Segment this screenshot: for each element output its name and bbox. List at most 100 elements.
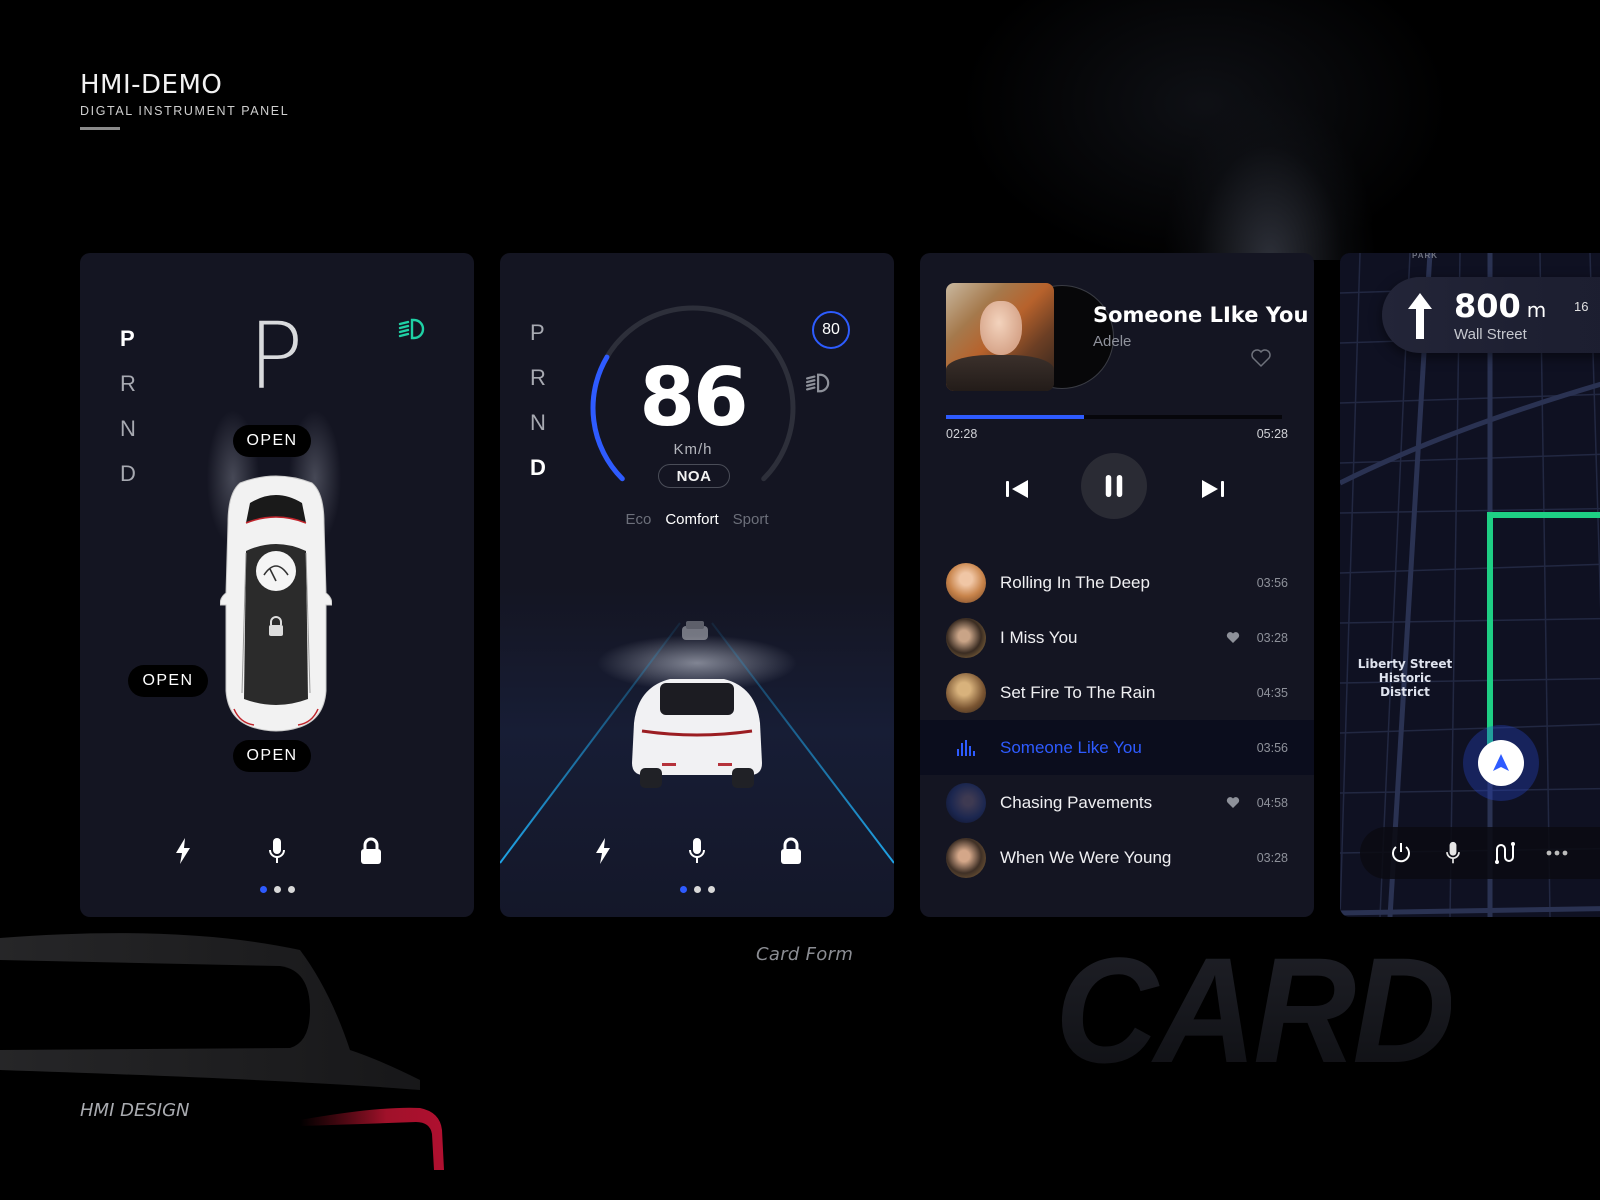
pause-button[interactable] — [1081, 453, 1147, 519]
page-dot[interactable] — [287, 886, 295, 893]
now-playing-artist: Adele — [1093, 333, 1132, 350]
street-name: Wall Street — [1454, 326, 1527, 343]
track-avatar — [946, 837, 986, 878]
hmi-design-label: HMI DESIGN — [80, 1100, 190, 1121]
speed-unit: Km/h — [673, 441, 713, 458]
playlist-item[interactable]: Rolling In The Deep 03:56 — [920, 555, 1314, 610]
playlist-item[interactable]: Set Fire To The Rain 04:35 — [920, 665, 1314, 720]
headlight-icon[interactable] — [805, 372, 833, 394]
poi-line: Liberty Street — [1357, 657, 1453, 671]
track-duration: 04:58 — [1256, 795, 1288, 810]
gear-selector: P R N D — [120, 327, 140, 485]
elapsed-time: 02:28 — [946, 427, 978, 441]
lock-icon[interactable] — [778, 837, 804, 865]
page-indicator — [80, 886, 474, 893]
brand-subtitle: DIGTAL INSTRUMENT PANEL — [80, 104, 290, 118]
power-icon[interactable] — [1390, 841, 1412, 865]
track-title: Rolling In The Deep — [1000, 572, 1150, 592]
gear-r[interactable]: R — [120, 372, 140, 395]
drive-card: P R N D 86 Km/h NOA Eco Comfort Sport 80 — [500, 253, 894, 917]
gear-selector: P R N D — [530, 321, 550, 479]
playback-progress-bar[interactable] — [946, 415, 1282, 419]
front-open-button[interactable]: OPEN — [233, 425, 311, 457]
gear-d[interactable]: D — [120, 462, 140, 485]
page-dot[interactable] — [693, 886, 701, 893]
more-icon[interactable] — [1546, 841, 1568, 865]
vehicle-card: P R N D P OPEN OPEN OPEN — [80, 253, 474, 917]
page-dot[interactable] — [259, 886, 267, 893]
track-title: Set Fire To The Rain — [1000, 682, 1156, 702]
playback-progress-fill — [946, 415, 1084, 419]
music-card: Someone LIke You Adele 02:28 05:28 Rolli… — [920, 253, 1314, 917]
like-heart-icon[interactable] — [1250, 348, 1272, 368]
track-title: Chasing Pavements — [1000, 792, 1153, 812]
trunk-open-button[interactable]: OPEN — [233, 740, 311, 772]
playlist-item[interactable]: I Miss You 03:28 — [920, 610, 1314, 665]
track-duration: 03:28 — [1256, 850, 1288, 865]
wiper-button[interactable] — [256, 551, 296, 591]
skip-forward-icon — [1202, 480, 1224, 498]
current-gear-display: P — [248, 303, 304, 410]
track-avatar — [946, 672, 986, 713]
playlist: Rolling In The Deep 03:56 I Miss You 03:… — [920, 555, 1314, 885]
gear-n[interactable]: N — [120, 417, 140, 440]
page-dot[interactable] — [679, 886, 687, 893]
turn-distance: 800 m — [1454, 287, 1546, 325]
playlist-item[interactable]: When We Were Young 03:28 — [920, 830, 1314, 885]
liked-heart-icon[interactable] — [1226, 631, 1240, 644]
route-icon[interactable] — [1494, 841, 1516, 865]
headlight-icon[interactable] — [398, 317, 428, 341]
pause-icon — [1105, 475, 1123, 497]
noa-badge[interactable]: NOA — [658, 464, 730, 488]
navigation-card: PARK 800 m Wall Street 16 Liberty Street … — [1340, 253, 1600, 917]
mode-eco[interactable]: Eco — [625, 511, 651, 528]
playlist-item-current[interactable]: Someone Like You 03:56 — [920, 720, 1314, 775]
track-title: When We Were Young — [1000, 847, 1172, 867]
page-dot[interactable] — [707, 886, 715, 893]
straight-arrow-icon — [1408, 293, 1432, 339]
mode-comfort[interactable]: Comfort — [665, 511, 718, 528]
previous-track-button[interactable] — [1004, 478, 1030, 500]
microphone-icon[interactable] — [684, 837, 710, 865]
speed-limit-sign: 80 — [812, 311, 850, 349]
skip-back-icon — [1006, 480, 1028, 498]
equalizer-icon — [946, 728, 986, 768]
lightning-icon[interactable] — [170, 837, 196, 865]
car-top-view — [219, 473, 333, 733]
current-location-button[interactable] — [1478, 740, 1524, 786]
drive-mode-selector: Eco Comfort Sport — [500, 511, 894, 528]
background-light — [1080, 0, 1460, 260]
track-duration: 04:35 — [1256, 685, 1288, 700]
card-form-caption: Card Form — [756, 944, 854, 965]
gear-n[interactable]: N — [530, 411, 550, 434]
gear-r[interactable]: R — [530, 366, 550, 389]
lightning-icon[interactable] — [590, 837, 616, 865]
liked-heart-icon[interactable] — [1226, 796, 1240, 809]
track-duration: 03:56 — [1256, 575, 1288, 590]
gear-d[interactable]: D — [530, 456, 550, 479]
track-avatar — [946, 782, 986, 823]
vehicle-quick-actions — [80, 837, 474, 865]
navigation-toolbar — [1360, 827, 1600, 879]
speed-value: 86 — [639, 351, 748, 444]
gear-p[interactable]: P — [530, 321, 550, 344]
eta-value: 16 — [1574, 299, 1589, 314]
background-glow — [820, 0, 1520, 260]
mode-sport[interactable]: Sport — [733, 511, 769, 528]
turn-instruction-card: 800 m Wall Street 16 — [1382, 277, 1600, 353]
microphone-icon[interactable] — [264, 837, 290, 865]
gear-p[interactable]: P — [120, 327, 140, 350]
lock-icon[interactable] — [358, 837, 384, 865]
page-indicator — [500, 886, 894, 893]
playlist-item[interactable]: Chasing Pavements 04:58 — [920, 775, 1314, 830]
left-door-open-button[interactable]: OPEN — [128, 665, 208, 697]
track-avatar — [946, 562, 986, 603]
track-duration: 03:28 — [1256, 630, 1288, 645]
microphone-icon[interactable] — [1442, 841, 1464, 865]
next-track-button[interactable] — [1200, 478, 1226, 500]
poi-line: Historic — [1378, 671, 1432, 685]
brand-title: HMI-DEMO — [80, 70, 223, 100]
map-label-park: PARK — [1412, 253, 1439, 260]
now-playing-title: Someone LIke You — [1093, 303, 1309, 327]
page-dot[interactable] — [273, 886, 281, 893]
